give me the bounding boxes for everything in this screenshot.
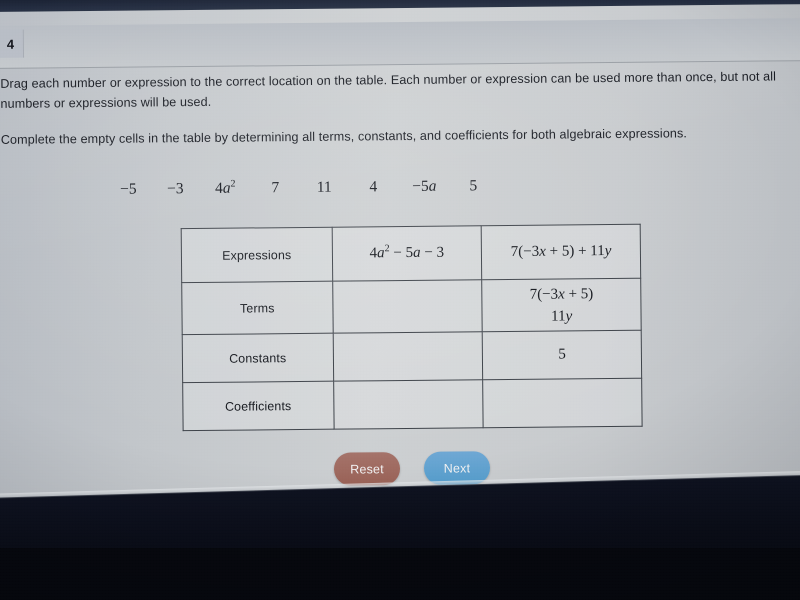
draggable-tile-11[interactable]: 11 xyxy=(299,179,349,197)
row-header-constants: Constants xyxy=(182,333,334,383)
draggable-tile-7[interactable]: 7 xyxy=(251,179,299,197)
cell-constants-a-dropzone[interactable] xyxy=(332,331,483,382)
table-row-constants: Constants 5 xyxy=(182,330,642,383)
answer-table: Expressions 4a2 − 5a − 3 7(−3x + 5) + 11… xyxy=(180,223,643,432)
table-row-terms: Terms 7(−3x + 5) 11y xyxy=(181,278,642,335)
question-page: 4 Drag each number or expression to the … xyxy=(0,4,800,512)
table-row-expressions: Expressions 4a2 − 5a − 3 7(−3x + 5) + 11… xyxy=(181,224,641,283)
instructions-block: Drag each number or expression to the co… xyxy=(0,66,800,150)
cell-coefficients-b-dropzone[interactable] xyxy=(482,378,643,428)
cell-terms-b[interactable]: 7(−3x + 5) 11y xyxy=(481,278,642,332)
draggable-tile-5[interactable]: 5 xyxy=(451,177,495,195)
screenshot-root: 4 Drag each number or expression to the … xyxy=(0,0,800,600)
question-header-band xyxy=(0,18,800,70)
row-label-text: Expressions xyxy=(222,247,292,263)
cell-constants-b[interactable]: 5 xyxy=(482,330,642,380)
draggable-tile-4[interactable]: 4 xyxy=(349,178,397,196)
row-header-coefficients: Coefficients xyxy=(182,381,334,431)
question-number-chip[interactable]: 4 xyxy=(0,29,25,58)
reset-button[interactable]: Reset xyxy=(333,452,401,486)
draggable-tile-neg3[interactable]: −3 xyxy=(151,180,199,198)
row-label-text: Terms xyxy=(239,300,275,316)
draggable-tile-4a2[interactable]: 4a2 xyxy=(199,178,251,197)
row-label-text: Constants xyxy=(229,350,287,366)
cell-expressions-b[interactable]: 7(−3x + 5) + 11y xyxy=(481,224,641,280)
instruction-line-3: Complete the empty cells in the table by… xyxy=(0,126,688,147)
cell-expressions-a[interactable]: 4a2 − 5a − 3 xyxy=(331,225,482,282)
cell-terms-a-dropzone[interactable] xyxy=(332,279,483,334)
row-label-text: Coefficients xyxy=(224,398,292,414)
cell-coefficients-a-dropzone[interactable] xyxy=(333,379,484,430)
draggable-tile-neg5[interactable]: −5 xyxy=(105,180,151,198)
draggable-tile-bank: −5 −3 4a2 7 11 4 −5a 5 xyxy=(105,177,495,199)
row-header-terms: Terms xyxy=(181,281,333,335)
row-header-expressions: Expressions xyxy=(181,227,333,283)
table-row-coefficients: Coefficients xyxy=(182,378,643,431)
draggable-tile-neg5a[interactable]: −5a xyxy=(397,178,451,197)
bottom-bezel-fill xyxy=(0,548,800,600)
